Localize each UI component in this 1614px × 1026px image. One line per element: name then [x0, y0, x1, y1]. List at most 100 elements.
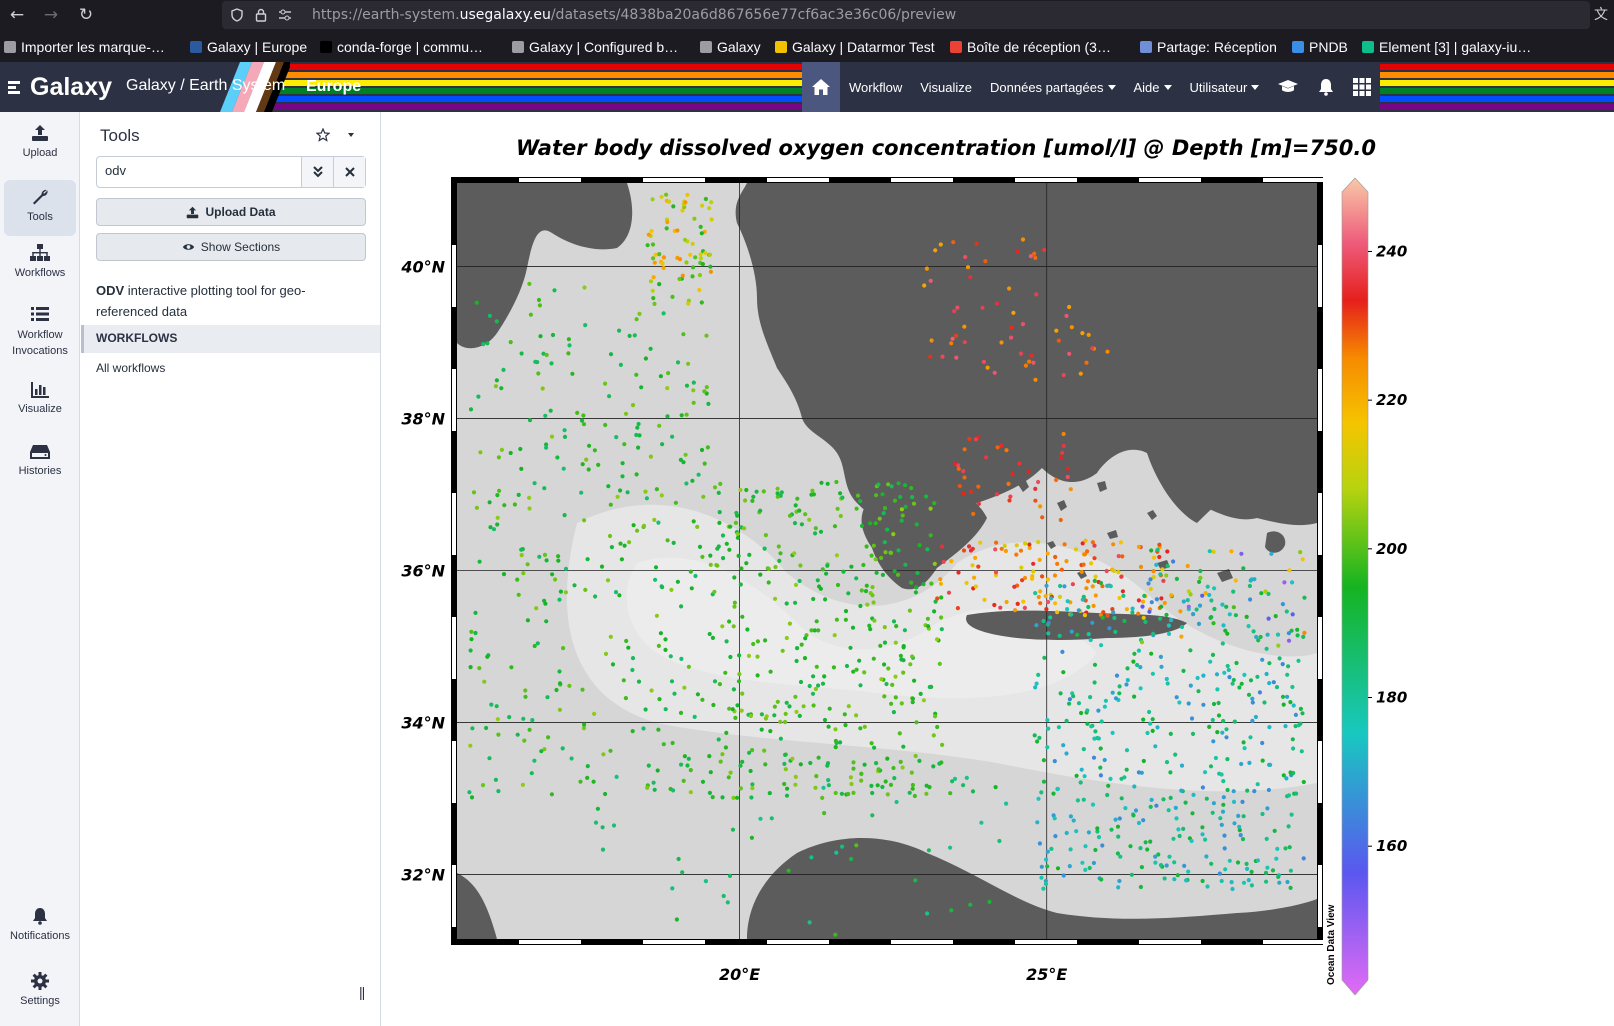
advanced-search-button[interactable] — [301, 157, 333, 187]
data-point — [762, 546, 767, 551]
permissions-icon[interactable] — [278, 8, 292, 22]
url-text[interactable]: https://earth-system.usegalaxy.eu/datase… — [312, 7, 956, 23]
translate-icon[interactable]: 文 — [1590, 4, 1612, 26]
data-point — [727, 706, 732, 711]
tool-name[interactable]: ODV — [96, 283, 124, 298]
data-point — [1041, 779, 1047, 784]
data-point — [1173, 752, 1178, 757]
instance-subtitle[interactable]: Galaxy / Earth System — [126, 77, 285, 95]
lock-icon[interactable] — [254, 8, 268, 22]
data-point — [1271, 680, 1276, 685]
home-button[interactable] — [802, 62, 840, 112]
activity-upload[interactable]: Upload — [4, 122, 76, 178]
data-point — [670, 434, 675, 439]
data-point — [732, 600, 737, 605]
data-point — [648, 346, 653, 351]
activity-settings[interactable]: Settings — [4, 972, 76, 1022]
shield-icon[interactable] — [230, 8, 244, 22]
data-point — [1015, 249, 1020, 254]
data-point — [1041, 758, 1046, 763]
bookmark-item[interactable]: conda-forge | commu… — [320, 39, 483, 55]
bookmark-item[interactable]: Galaxy | Europe — [190, 39, 307, 55]
activity-workflow-invocations[interactable]: Workflow Invocations — [4, 304, 76, 364]
data-point — [825, 563, 830, 568]
bookmark-item[interactable]: Element [3] | galaxy-iu… — [1362, 39, 1531, 55]
data-point — [468, 648, 473, 653]
clear-search-button[interactable] — [333, 157, 365, 187]
show-sections-button[interactable]: Show Sections — [96, 233, 366, 261]
data-point — [1175, 873, 1180, 878]
bookmark-item[interactable]: Galaxy — [700, 39, 761, 55]
data-point — [1203, 591, 1208, 596]
bookmark-item[interactable]: Galaxy | Configured b… — [512, 39, 678, 55]
nav-aide[interactable]: Aide — [1125, 62, 1181, 112]
data-point — [825, 481, 830, 486]
forward-icon[interactable]: → — [40, 4, 62, 26]
activity-notifications[interactable]: Notifications — [4, 907, 76, 957]
reload-icon[interactable]: ↻ — [75, 4, 97, 26]
activity-tools[interactable]: Tools — [4, 180, 76, 236]
upload-data-button[interactable]: Upload Data — [96, 198, 366, 226]
data-point — [873, 557, 878, 562]
data-point — [1255, 674, 1260, 679]
bookmark-item[interactable]: Galaxy | Datarmor Test — [775, 39, 935, 55]
bookmark-item[interactable]: PNDB — [1292, 39, 1348, 55]
data-point — [1240, 837, 1246, 842]
data-point — [696, 472, 701, 477]
data-point — [876, 482, 881, 487]
data-point — [595, 806, 600, 811]
bookmark-favicon-icon — [950, 41, 962, 53]
data-point — [926, 624, 931, 629]
data-point — [1022, 575, 1028, 581]
data-point — [697, 544, 703, 549]
star-icon[interactable] — [316, 128, 330, 142]
tool-search-result[interactable]: ODV interactive plotting tool for geo-re… — [96, 280, 346, 322]
data-point — [1042, 655, 1047, 660]
data-point — [659, 584, 664, 589]
data-point — [637, 311, 642, 316]
nav-donn-es-partag-es[interactable]: Données partagées — [981, 62, 1124, 112]
data-point — [783, 767, 788, 772]
all-workflows-link[interactable]: All workflows — [96, 361, 165, 375]
data-point — [1222, 670, 1227, 675]
panel-dropdown-icon[interactable] — [347, 132, 355, 138]
galaxy-logo-text[interactable]: Galaxy — [30, 73, 112, 102]
bookmark-item[interactable]: Importer les marque-… — [4, 39, 165, 55]
activity-visualize[interactable]: Visualize — [4, 380, 76, 436]
data-point — [478, 450, 483, 455]
panel-resize-handle[interactable]: || — [359, 984, 365, 1000]
data-point — [1287, 845, 1292, 850]
data-point — [810, 691, 816, 696]
activity-histories[interactable]: Histories — [4, 442, 76, 498]
activity-label: Tools — [27, 211, 53, 223]
data-point — [827, 706, 832, 711]
data-point — [670, 740, 675, 746]
data-point — [1255, 782, 1260, 787]
data-point — [1096, 835, 1102, 840]
back-icon[interactable]: ← — [6, 4, 28, 26]
nav-visualize[interactable]: Visualize — [911, 62, 981, 112]
data-point — [1225, 663, 1230, 669]
data-point — [1156, 852, 1161, 857]
url-bar[interactable]: https://earth-system.usegalaxy.eu/datase… — [222, 1, 1590, 29]
activity-workflows[interactable]: Workflows — [4, 242, 76, 298]
data-point — [748, 713, 753, 719]
data-point — [1138, 846, 1143, 851]
bookmark-item[interactable]: Partage: Réception — [1140, 39, 1277, 55]
nav-workflow[interactable]: Workflow — [840, 62, 911, 112]
galaxy-brand[interactable]: Galaxy — [8, 71, 112, 103]
data-point — [1235, 860, 1241, 865]
bookmark-item[interactable]: Boîte de réception (3… — [950, 39, 1111, 55]
data-point — [1250, 700, 1255, 705]
data-point — [624, 638, 629, 644]
data-point — [871, 656, 876, 661]
data-point — [740, 614, 745, 619]
training-button[interactable] — [1268, 62, 1308, 112]
tool-search-input[interactable] — [105, 163, 285, 178]
nav-utilisateur[interactable]: Utilisateur — [1181, 62, 1269, 112]
notifications-button[interactable] — [1308, 62, 1344, 112]
data-point — [874, 493, 879, 498]
bookmark-favicon-icon — [1140, 41, 1152, 53]
data-point — [1067, 351, 1072, 356]
apps-button[interactable] — [1344, 62, 1380, 112]
